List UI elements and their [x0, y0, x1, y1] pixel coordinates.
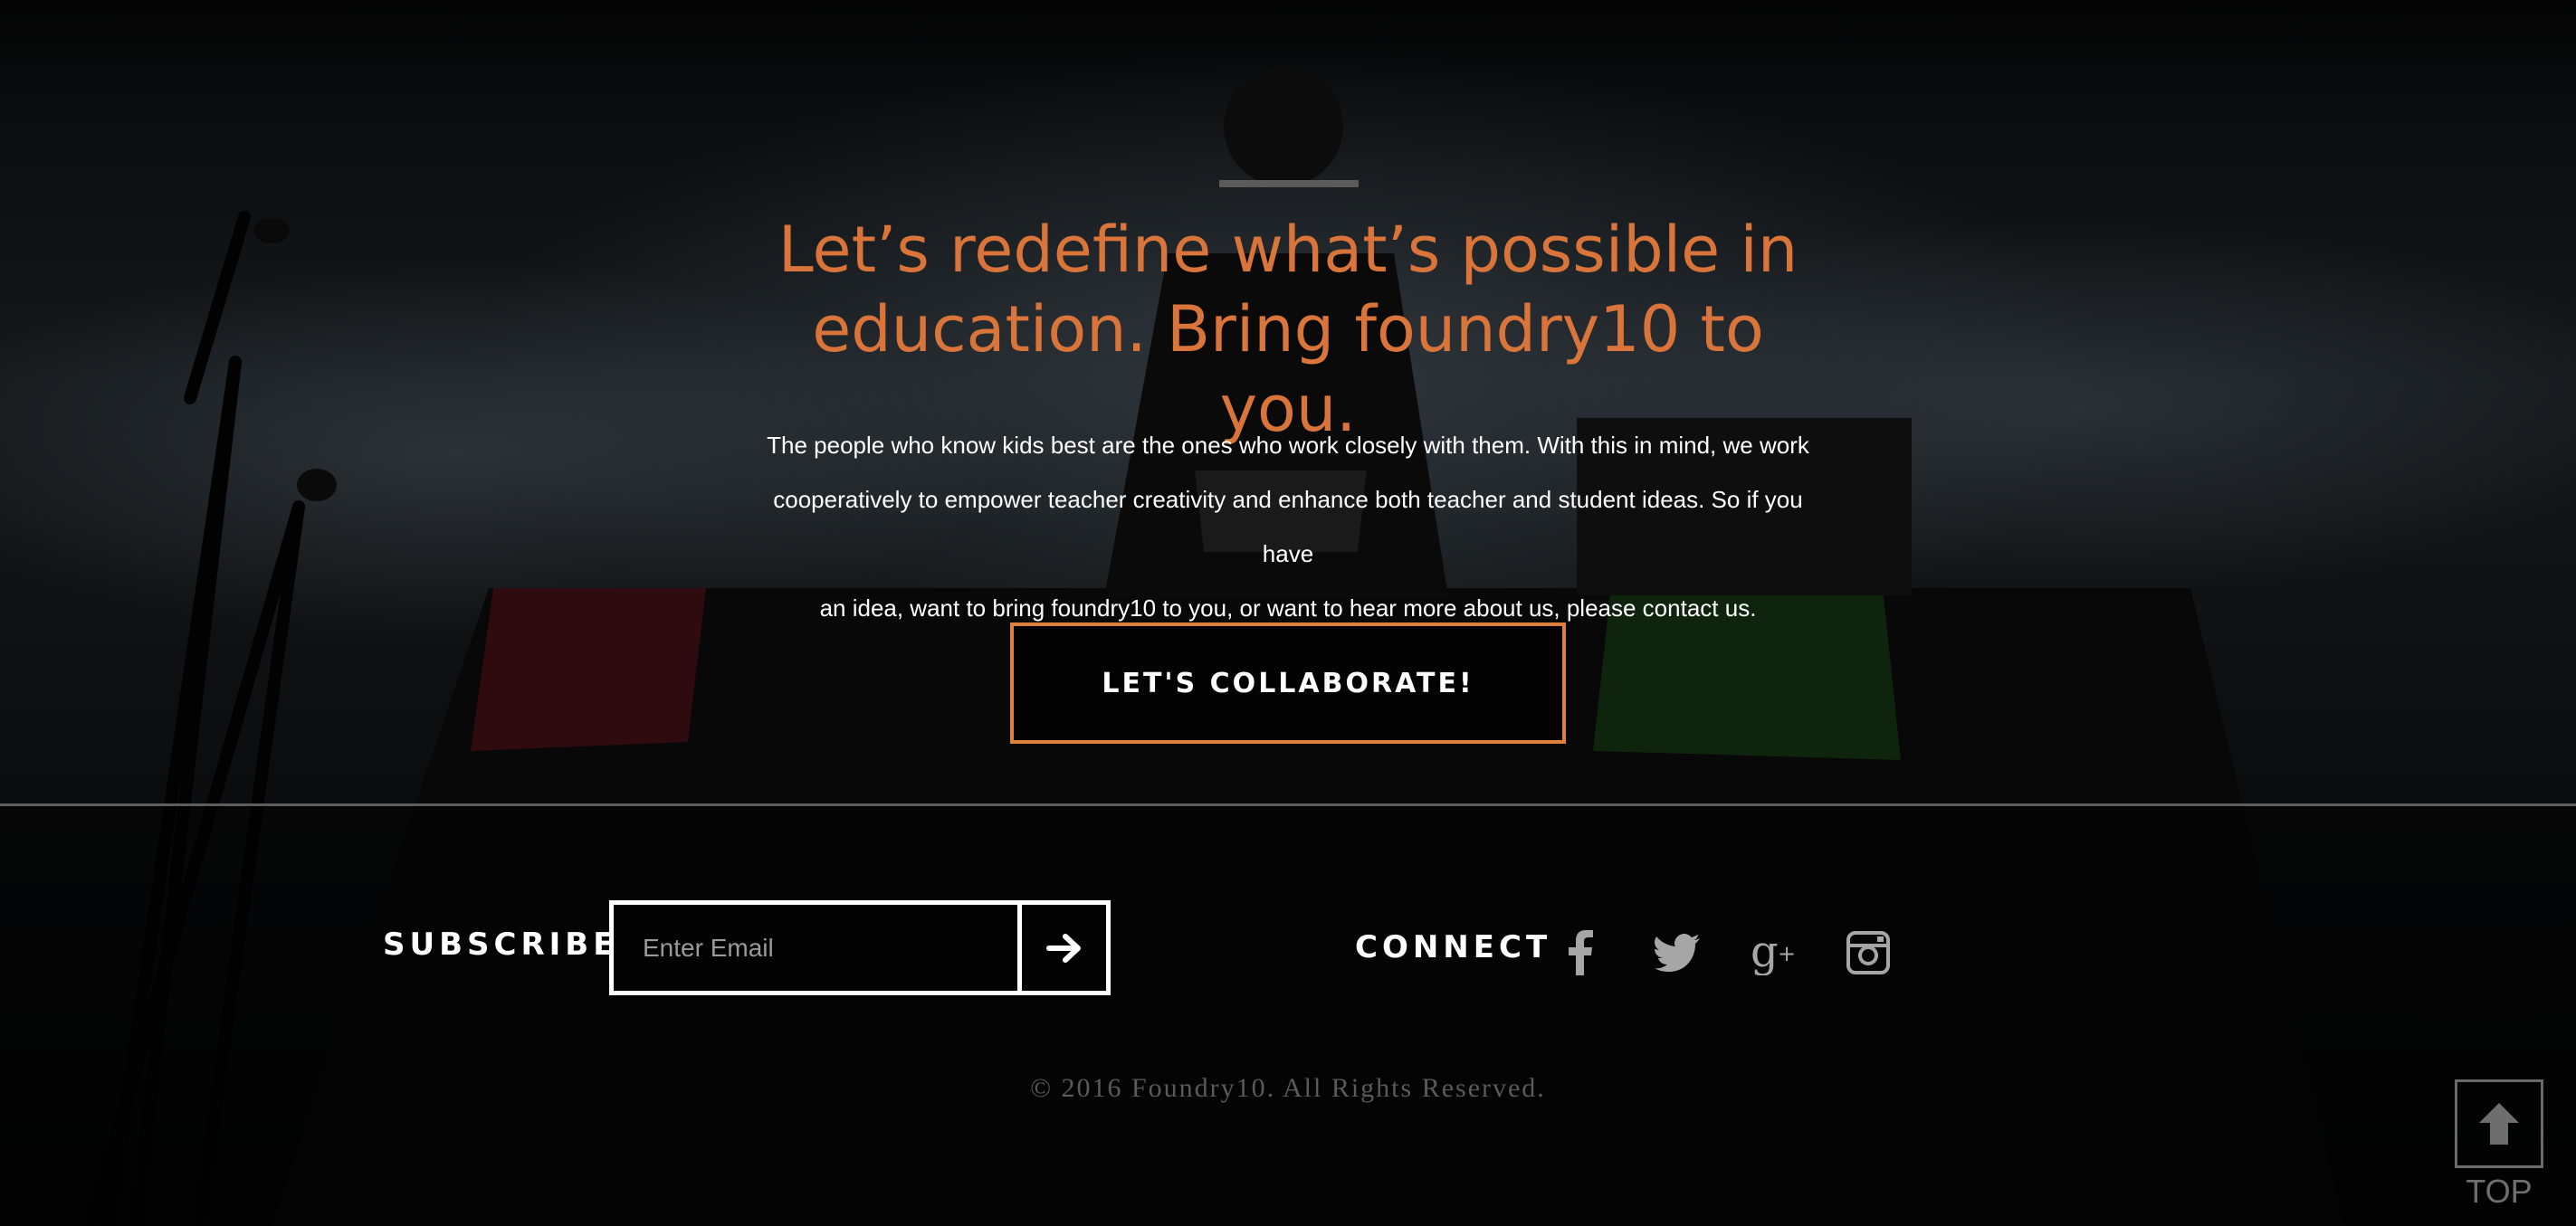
hero-headline-line1: Let’s redefine what’s possible in: [778, 213, 1798, 287]
arrow-right-icon: [1045, 933, 1081, 963]
facebook-link[interactable]: [1555, 927, 1606, 978]
google-plus-link[interactable]: g +: [1749, 927, 1799, 978]
subscribe-form: [609, 900, 1111, 995]
copyright-text: © 2016 Foundry10. All Rights Reserved.: [1030, 1073, 1546, 1103]
hero-description-line1: The people who know kids best are the on…: [767, 432, 1809, 459]
decorative-rule: [1219, 180, 1359, 187]
connect-label: CONNECT: [1355, 929, 1552, 965]
back-to-top-label[interactable]: TOP: [2455, 1173, 2543, 1211]
arrow-up-icon: [2479, 1103, 2519, 1145]
svg-text:+: +: [1778, 941, 1796, 966]
lets-collaborate-button[interactable]: LET'S COLLABORATE!: [1010, 623, 1566, 744]
subscribe-submit-button[interactable]: [1017, 905, 1106, 991]
svg-text:g: g: [1751, 930, 1779, 975]
facebook-icon: [1569, 930, 1593, 975]
twitter-link[interactable]: [1652, 927, 1703, 978]
footer: [0, 806, 2576, 1226]
hero-headline: Let’s redefine what’s possible in educat…: [745, 210, 1831, 449]
twitter-icon: [1655, 934, 1700, 972]
hero-description-line2: cooperatively to empower teacher creativ…: [773, 486, 1803, 567]
email-field[interactable]: [614, 905, 1017, 991]
instagram-icon: [1846, 931, 1890, 974]
back-to-top-button[interactable]: [2455, 1079, 2543, 1168]
hero-description-line3: an idea, want to bring foundry10 to you,…: [819, 594, 1757, 622]
instagram-link[interactable]: [1843, 927, 1894, 978]
hero-description: The people who know kids best are the on…: [763, 418, 1813, 635]
google-plus-icon: g +: [1751, 930, 1796, 975]
subscribe-label: SUBSCRIBE: [383, 927, 619, 963]
